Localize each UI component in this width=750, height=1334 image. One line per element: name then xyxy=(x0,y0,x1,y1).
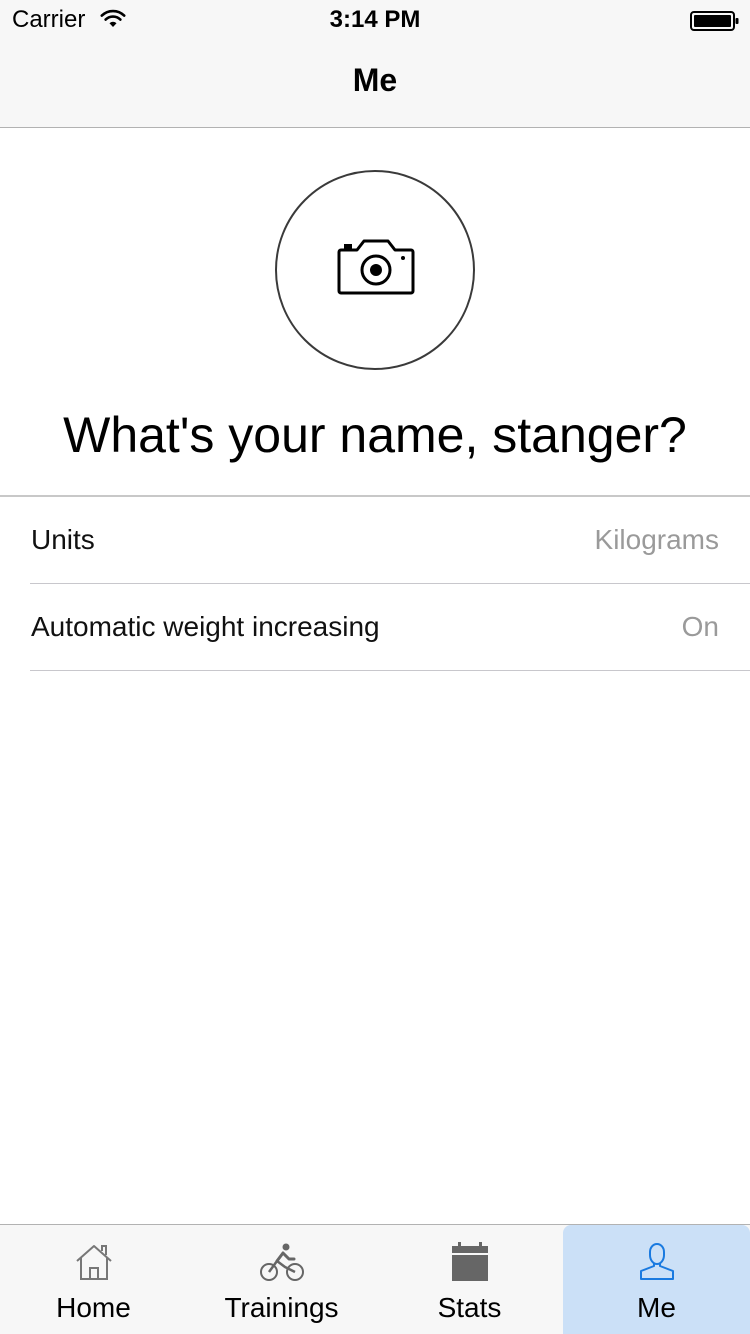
units-label: Units xyxy=(31,524,95,555)
page-title: Me xyxy=(352,62,398,98)
tab-stats[interactable]: Stats xyxy=(376,1225,563,1334)
profile-photo-button[interactable] xyxy=(275,170,475,370)
tab-home-label: Home xyxy=(56,1292,131,1323)
tab-me[interactable]: Me xyxy=(563,1225,750,1334)
battery-icon xyxy=(690,11,739,31)
tab-trainings[interactable]: Trainings xyxy=(187,1225,376,1334)
app-screen: Carrier 3:14 PM Me What's your name, sta… xyxy=(0,0,750,1334)
tab-stats-label: Stats xyxy=(437,1292,502,1323)
status-bar: Carrier 3:14 PM xyxy=(0,0,750,40)
clock-time: 3:14 PM xyxy=(329,6,421,33)
bicycle-icon xyxy=(259,1243,304,1281)
settings-list: Units Kilograms Automatic weight increas… xyxy=(0,497,750,671)
person-icon xyxy=(639,1243,674,1280)
tab-home[interactable]: Home xyxy=(0,1225,187,1334)
tab-me-label: Me xyxy=(637,1292,676,1323)
tab-trainings-label: Trainings xyxy=(224,1292,339,1323)
automatic-weight-value: On xyxy=(681,611,719,642)
camera-icon xyxy=(337,239,415,295)
calendar-icon xyxy=(451,1242,488,1281)
units-row[interactable]: Units Kilograms xyxy=(0,497,750,584)
automatic-weight-row[interactable]: Automatic weight increasing On xyxy=(0,584,750,671)
automatic-weight-label: Automatic weight increasing xyxy=(31,611,380,642)
name-prompt[interactable]: What's your name, stanger? xyxy=(0,404,750,466)
tab-bar: Home Trainings Stats Me xyxy=(0,1224,750,1334)
navigation-bar: Me xyxy=(0,40,750,128)
home-icon xyxy=(75,1245,112,1280)
units-value: Kilograms xyxy=(594,524,719,555)
